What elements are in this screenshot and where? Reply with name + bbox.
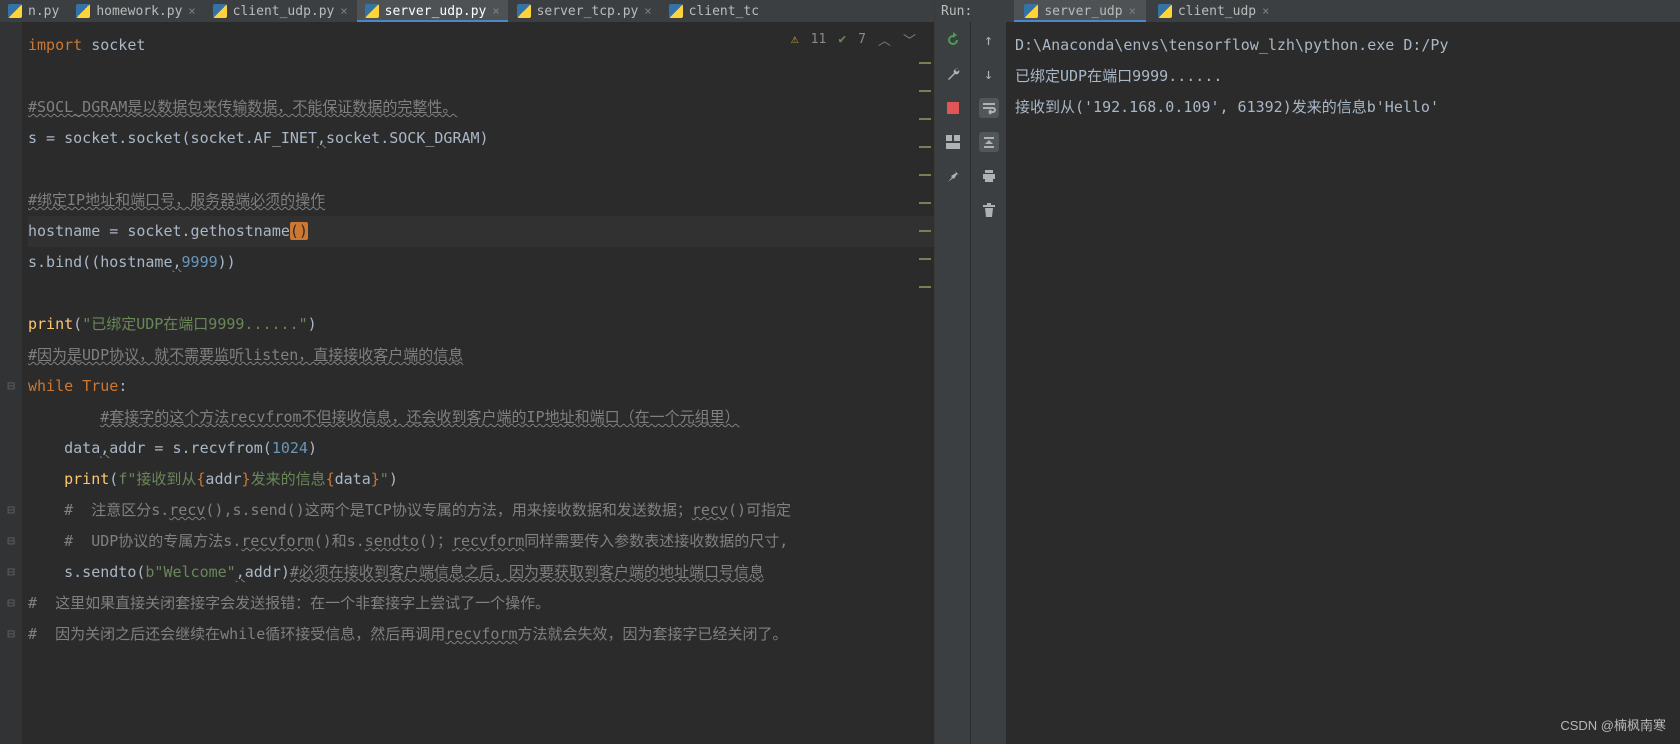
next-highlight-icon[interactable]: ﹀ [903,30,916,49]
watermark: CSDN @楠枫南寒 [1560,715,1666,734]
close-icon[interactable]: × [1262,4,1269,18]
code-line: # 这里如果直接关闭套接字会发送报错：在一个非套接字上尝试了一个操作。 [28,588,934,619]
gutter-row[interactable]: ⊟ [7,371,15,402]
stop-icon[interactable] [943,98,963,118]
console-line: 已绑定UDP在端口9999...... [1015,61,1672,92]
run-tab[interactable]: client_udp × [1148,0,1280,22]
scrollbar-marks [919,62,931,288]
python-file-icon [1024,4,1038,18]
code-line: # UDP协议的专属方法s.recvform()和s.sendto()；recv… [28,526,934,557]
run-tab-label: client_udp [1178,4,1256,19]
run-tabs: server_udp × client_udp × [1014,0,1279,22]
close-icon[interactable]: × [1129,4,1136,18]
tab-label: server_tcp.py [537,4,639,19]
layout-icon[interactable] [943,132,963,152]
python-file-icon [1158,4,1172,18]
code-line: s.bind((hostname,9999)) [28,247,934,278]
editor-gutter: ⊟⊟⊟⊟⊟⊟ [0,22,22,744]
editor-body: ⊟⊟⊟⊟⊟⊟ import socket #SOCL_DGRAM是以数据包来传输… [0,22,934,744]
code-line [28,154,934,185]
code-line: # 注意区分s.recv(),s.send()这两个是TCP协议专属的方法，用来… [28,495,934,526]
typo-count: 7 [858,32,866,47]
run-body: ↑ ↓ D:\Anaconda\envs\tensorflow_lzh\pyth… [935,22,1680,744]
code-line [28,61,934,92]
run-tab-label: server_udp [1044,4,1122,19]
code-line: print("已绑定UDP在端口9999......") [28,309,934,340]
close-icon[interactable]: × [340,4,347,18]
close-icon[interactable]: × [188,4,195,18]
code-line: hostname = socket.gethostname() [28,216,934,247]
prev-highlight-icon[interactable]: ︿ [878,30,891,49]
gutter-row[interactable]: ⊟ [7,557,15,588]
code-line: print(f"接收到从{addr}发来的信息{data}") [28,464,934,495]
tab-label: client_tc [689,4,759,19]
code-line: data,addr = s.recvfrom(1024) [28,433,934,464]
python-file-icon [517,4,531,18]
code-line [28,278,934,309]
soft-wrap-icon[interactable] [979,98,999,118]
gutter-row[interactable]: ⊟ [7,526,15,557]
trash-icon[interactable] [979,200,999,220]
code-inspection-status[interactable]: ⚠ 11 ✔ 7 ︿ ﹀ [785,28,922,51]
console-output[interactable]: D:\Anaconda\envs\tensorflow_lzh\python.e… [1007,22,1680,744]
run-toolbar-secondary: ↑ ↓ [971,22,1007,744]
python-file-icon [76,4,90,18]
gutter-row[interactable]: ⊟ [7,588,15,619]
code-line: #因为是UDP协议，就不需要监听listen，直接接收客户端的信息 [28,340,934,371]
tab-label: client_udp.py [233,4,335,19]
editor-tab[interactable]: homework.py × [68,0,203,22]
code-line: s = socket.socket(socket.AF_INET,socket.… [28,123,934,154]
python-file-icon [669,4,683,18]
pin-icon[interactable] [943,166,963,186]
settings-wrench-icon[interactable] [943,64,963,84]
editor-tab[interactable]: n.py [0,0,67,22]
code-area[interactable]: import socket #SOCL_DGRAM是以数据包来传输数据，不能保证… [22,22,934,744]
python-file-icon [213,4,227,18]
run-tab[interactable]: server_udp × [1014,0,1146,22]
editor-pane: n.pyhomework.py×client_udp.py×server_udp… [0,0,935,744]
gutter-row[interactable]: ⊟ [7,495,15,526]
console-line: 接收到从('192.168.0.109', 61392)发来的信息b'Hello… [1015,92,1672,123]
warnings-count: 11 [811,32,827,47]
tab-label: n.py [28,4,59,19]
close-icon[interactable]: × [644,4,651,18]
run-header: Run: server_udp × client_udp × [935,0,1680,22]
tab-label: homework.py [96,4,182,19]
close-icon[interactable]: × [492,4,499,18]
python-file-icon [8,4,22,18]
rerun-icon[interactable] [943,30,963,50]
code-line: #绑定IP地址和端口号，服务器端必须的操作 [28,185,934,216]
gutter-row[interactable]: ⊟ [7,619,15,650]
editor-tabs: n.pyhomework.py×client_udp.py×server_udp… [0,0,934,22]
up-arrow-icon[interactable]: ↑ [979,30,999,50]
editor-tab[interactable]: client_tc [661,0,767,22]
warnings-icon[interactable]: ⚠ [791,32,799,47]
editor-tab[interactable]: server_udp.py × [357,0,508,22]
code-line: #套接字的这个方法recvfrom不但接收信息，还会收到客户端的IP地址和端口（… [28,402,934,433]
python-file-icon [365,4,379,18]
run-toolbar-primary [935,22,971,744]
code-line: s.sendto(b"Welcome",addr)#必须在接收到客户端信息之后，… [28,557,934,588]
code-line: # 因为关闭之后还会继续在while循环接受信息，然后再调用recvform方法… [28,619,934,650]
code-line: #SOCL_DGRAM是以数据包来传输数据，不能保证数据的完整性。 [28,92,934,123]
code-line: while True: [28,371,934,402]
tab-label: server_udp.py [385,4,487,19]
print-icon[interactable] [979,166,999,186]
console-line: D:\Anaconda\envs\tensorflow_lzh\python.e… [1015,30,1672,61]
run-tool-window: Run: server_udp × client_udp × ↑ ↓ [935,0,1680,744]
editor-tab[interactable]: server_tcp.py × [509,0,660,22]
run-label: Run: [941,4,972,19]
down-arrow-icon[interactable]: ↓ [979,64,999,84]
editor-tab[interactable]: client_udp.py × [205,0,356,22]
scroll-to-end-icon[interactable] [979,132,999,152]
typo-icon[interactable]: ✔ [838,32,846,47]
